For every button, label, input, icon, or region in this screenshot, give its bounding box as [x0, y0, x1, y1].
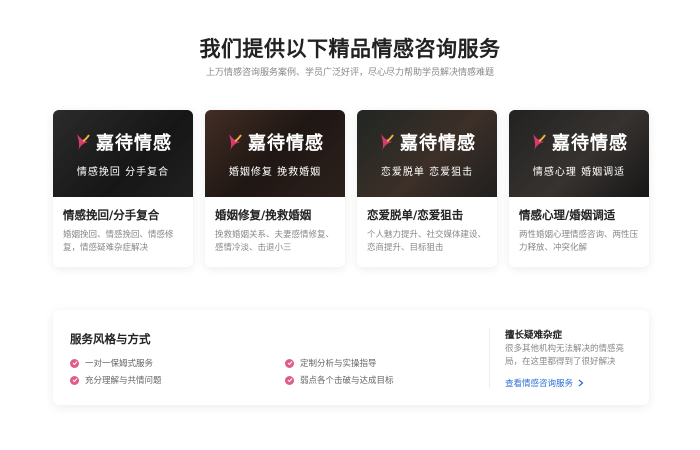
service-style-panel: 服务风格与方式 一对一保姆式服务 定制分析与实操指导 充分理解与共情问题 弱点各…: [53, 310, 649, 405]
check-icon: [70, 375, 79, 385]
page-subtitle: 上万情感咨询服务案例、学员广泛好评，尽心尽力帮助学员解决情感难题: [205, 68, 494, 78]
feature-item: 一对一保姆式服务: [70, 357, 153, 369]
card-title: 情感心理/婚姻调适: [519, 208, 616, 222]
check-icon: [70, 358, 79, 368]
feature-label: 定制分析与实操指导: [300, 359, 377, 369]
card-title: 婚姻修复/挽救婚姻: [215, 208, 312, 222]
brand-name: 嘉待情感: [248, 133, 324, 154]
card-description: 婚姻挽回、情感挽回、情感修复，情感疑难杂症解决: [63, 230, 174, 253]
feature-label: 弱点各个击破与达成目标: [300, 376, 394, 386]
service-card-psychology[interactable]: 嘉待情感 情感心理 婚姻调适 情感心理/婚姻调适 两性婚姻心理情感咨询、两性压力…: [509, 110, 649, 267]
side-description: 很多其他机构无法解决的情感亮局，在这里都得到了很好解决: [505, 344, 625, 367]
brand-name: 嘉待情感: [552, 133, 628, 154]
divider: [489, 328, 490, 388]
service-card-dating[interactable]: 嘉待情感 恋爱脱单 恋爱狙击 恋爱脱单/恋爱狙击 个人魅力提升、社交媒体建设、恋…: [357, 110, 497, 267]
page-title: 我们提供以下精品情感咨询服务: [199, 37, 501, 61]
view-services-link[interactable]: 查看情感咨询服务: [505, 377, 584, 389]
card-description: 挽救婚姻关系、夫妻感情修复、感情冷淡、击退小三: [215, 230, 335, 253]
service-cards: 嘉待情感 情感挽回 分手复合 情感挽回/分手复合 婚姻挽回、情感挽回、情感修复，…: [53, 110, 649, 267]
brand-mark-icon: [77, 134, 90, 151]
brand-logo: 嘉待情感: [226, 129, 324, 155]
card-image-caption: 恋爱脱单 恋爱狙击: [380, 167, 474, 178]
brand-mark-icon: [229, 134, 242, 151]
service-card-love-recovery[interactable]: 嘉待情感 情感挽回 分手复合 情感挽回/分手复合 婚姻挽回、情感挽回、情感修复，…: [53, 110, 193, 267]
card-description: 两性婚姻心理情感咨询、两性压力释放、冲突化解: [519, 230, 639, 253]
card-description: 个人魅力提升、社交媒体建设、恋商提升、目标狙击: [367, 230, 487, 253]
check-icon: [285, 375, 294, 385]
feature-item: 定制分析与实操指导: [285, 357, 377, 369]
feature-label: 一对一保姆式服务: [85, 359, 154, 369]
card-image: 嘉待情感 恋爱脱单 恋爱狙击: [357, 110, 497, 197]
feature-label: 充分理解与共情问题: [85, 376, 162, 386]
card-title: 恋爱脱单/恋爱狙击: [367, 208, 464, 222]
view-services-link-label: 查看情感咨询服务: [505, 379, 574, 389]
brand-logo: 嘉待情感: [530, 129, 628, 155]
check-icon: [285, 358, 294, 368]
side-title: 擅长疑难杂症: [505, 330, 563, 341]
card-image-caption: 情感心理 婚姻调适: [532, 167, 626, 178]
brand-logo: 嘉待情感: [74, 129, 172, 155]
feature-item: 弱点各个击破与达成目标: [285, 374, 394, 386]
brand-logo: 嘉待情感: [378, 129, 476, 155]
brand-mark-icon: [533, 134, 546, 151]
card-image: 嘉待情感 婚姻修复 挽救婚姻: [205, 110, 345, 197]
brand-mark-icon: [381, 134, 394, 151]
card-image-caption: 情感挽回 分手复合: [76, 167, 170, 178]
card-image-caption: 婚姻修复 挽救婚姻: [228, 167, 322, 178]
chevron-right-icon: [578, 379, 584, 387]
brand-name: 嘉待情感: [400, 133, 476, 154]
brand-name: 嘉待情感: [96, 133, 172, 154]
service-card-marriage-repair[interactable]: 嘉待情感 婚姻修复 挽救婚姻 婚姻修复/挽救婚姻 挽救婚姻关系、夫妻感情修复、感…: [205, 110, 345, 267]
service-style-title: 服务风格与方式: [70, 332, 151, 346]
card-title: 情感挽回/分手复合: [63, 208, 160, 222]
feature-item: 充分理解与共情问题: [70, 374, 162, 386]
card-image: 嘉待情感 情感心理 婚姻调适: [509, 110, 649, 197]
card-image: 嘉待情感 情感挽回 分手复合: [53, 110, 193, 197]
